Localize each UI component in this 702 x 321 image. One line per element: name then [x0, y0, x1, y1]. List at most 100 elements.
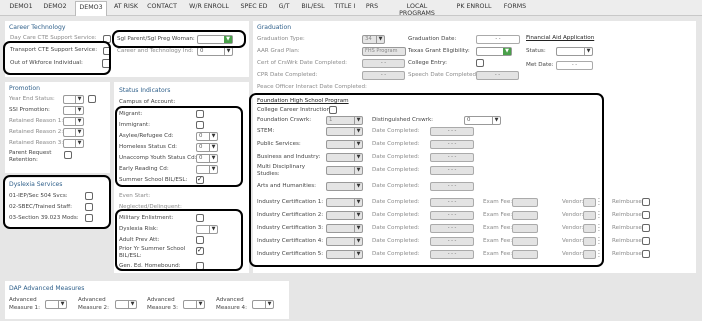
tab-bar: DEMO1 DEMO2 DEMO3 AT RISK CONTACT W/R EN… [0, 0, 702, 17]
tab-contact[interactable]: CONTACT [145, 3, 179, 10]
year-end-checkbox[interactable] [88, 95, 96, 103]
chevron-down-icon: ▼ [75, 140, 83, 147]
chevron-down-icon: ▼ [224, 48, 232, 55]
grad-date-label: Graduation Date: [408, 36, 457, 42]
fa-status-label: Status: [526, 48, 546, 54]
cpr-label: CPR Date Completed: [257, 72, 318, 78]
tab-demo2[interactable]: DEMO2 [40, 3, 70, 10]
tab-demo1[interactable]: DEMO1 [6, 3, 36, 10]
speech-label: Speech Date Completed: [408, 72, 478, 78]
measure-1-label-line2: Measure 1: [9, 305, 40, 311]
reimburse-label: Reimburse: [612, 225, 644, 231]
highlight-box [3, 175, 111, 229]
tab-gt[interactable]: G/T [276, 3, 292, 10]
tab-title-i[interactable]: TITLE I [334, 3, 356, 10]
chevron-down-icon: ▼ [75, 129, 83, 136]
measure-2-select[interactable]: ▼ [115, 300, 137, 309]
cpr-input[interactable]: - - [362, 71, 405, 80]
cert-crswrk-label: Cert of CrsWrk Date Completed: [257, 60, 348, 66]
reimburse-checkbox[interactable] [642, 224, 650, 232]
promotion-panel: Promotion Year End Status: ▼ SSI Promoti… [5, 82, 110, 173]
retention-label: Retention: [9, 157, 38, 163]
financial-aid-heading: Financial Aid Application [526, 35, 595, 41]
measure-2-label-line1: Advanced [78, 297, 106, 303]
chevron-down-icon: ▼ [503, 48, 511, 55]
tab-prs[interactable]: PRS [364, 3, 380, 10]
tab-spec-ed[interactable]: SPEC ED [238, 3, 270, 10]
chevron-down-icon: ▼ [376, 36, 384, 43]
cert-crswrk-input[interactable]: - - [362, 59, 405, 68]
tab-at-risk[interactable]: AT RISK [112, 3, 140, 10]
tab-bil-esl[interactable]: BIL/ESL [300, 3, 326, 10]
reimburse-label: Reimburse: [612, 212, 644, 218]
tab-forms[interactable]: FORMS [502, 3, 528, 10]
retained-reason-2-label: Retained Reason 2: [9, 129, 64, 135]
retained-reason-3-select[interactable]: ▼ [63, 139, 84, 148]
parent-request-label: Parent Request [9, 150, 52, 156]
aar-grad-plan-label: AAR Grad Plan: [257, 48, 300, 54]
career-ind-select[interactable]: 0 ▼ [197, 47, 233, 56]
retained-reason-2-select[interactable]: ▼ [63, 128, 84, 137]
career-ind-label: Career and Technology Ind: [117, 48, 194, 54]
parent-request-checkbox[interactable] [64, 151, 72, 159]
measure-4-select[interactable]: ▼ [252, 300, 274, 309]
college-entry-checkbox[interactable] [476, 59, 484, 67]
reimburse-checkbox[interactable] [642, 211, 650, 219]
highlight-box [115, 106, 243, 187]
measure-3-label-line2: Measure 3: [147, 305, 178, 311]
highlight-box [3, 41, 111, 75]
measure-3-label-line1: Advanced [147, 297, 175, 303]
measure-4-label-line2: Measure 4: [216, 305, 247, 311]
career-technology-heading: Career Technology [9, 24, 66, 31]
tab-local-programs[interactable]: LOCAL PROGRAMS [388, 3, 446, 17]
measure-4-label-line1: Advanced [216, 297, 244, 303]
status-indicators-heading: Status Indicators [119, 87, 171, 94]
texas-grant-select[interactable]: ▼ [476, 47, 512, 56]
campus-label: Campus of Account: [119, 99, 176, 105]
reimburse-checkbox[interactable] [642, 250, 650, 258]
reimburse-label: Reimburse: [612, 238, 644, 244]
chevron-down-icon: ▼ [128, 301, 136, 308]
chevron-down-icon: ▼ [584, 48, 592, 55]
peace-officer-label: Peace Officer Interact Date Completed: [257, 84, 367, 90]
ssi-promotion-label: SSI Promotion: [9, 107, 50, 113]
grad-type-label: Graduation Type: [257, 36, 305, 42]
grad-type-select[interactable]: 34 ▼ [362, 35, 385, 44]
tab-wr-enroll[interactable]: W/R ENROLL [187, 3, 231, 10]
promotion-heading: Promotion [9, 85, 41, 92]
dap-advanced-measures-panel: DAP Advanced Measures Advanced Measure 1… [5, 281, 289, 319]
measure-1-select[interactable]: ▼ [45, 300, 67, 309]
measure-2-label-line2: Measure 2: [78, 305, 109, 311]
tab-demo3[interactable]: DEMO3 [75, 1, 107, 16]
grad-type-value: 34 [365, 36, 372, 42]
grad-date-input[interactable]: - - [476, 35, 520, 44]
retained-reason-1-label: Retained Reason 1: [9, 118, 64, 124]
ssi-promotion-select[interactable]: ▼ [63, 106, 84, 115]
aar-grad-plan-select[interactable]: FHS Program [362, 47, 406, 56]
reimburse-checkbox[interactable] [642, 237, 650, 245]
year-end-label: Year End Status: [9, 96, 55, 102]
chevron-down-icon: ▼ [196, 301, 204, 308]
graduation-heading: Graduation [257, 24, 292, 31]
tab-pk-enroll[interactable]: PK ENROLL [454, 3, 494, 10]
met-date-input[interactable]: - - [556, 61, 593, 70]
chevron-down-icon: ▼ [265, 301, 273, 308]
even-start-label: Even Start: [119, 193, 151, 199]
fa-status-select[interactable]: ▼ [556, 47, 593, 56]
reimburse-checkbox[interactable] [642, 198, 650, 206]
reimburse-label: Reimburse: [612, 251, 644, 257]
year-end-select[interactable]: ▼ [63, 95, 84, 104]
highlight-box [112, 30, 246, 48]
highlight-box [249, 93, 604, 267]
texas-grant-label: Texas Grant Eligibility: [408, 48, 470, 54]
reimburse-label: Reimburse: [612, 199, 644, 205]
dap-heading: DAP Advanced Measures [9, 285, 85, 292]
career-ind-value: 0 [200, 48, 204, 54]
speech-input[interactable]: - - [476, 71, 519, 80]
measure-3-select[interactable]: ▼ [183, 300, 205, 309]
college-entry-label: College Entry: [408, 60, 448, 66]
retained-reason-1-select[interactable]: ▼ [63, 117, 84, 126]
chevron-down-icon: ▼ [75, 107, 83, 114]
chevron-down-icon: ▼ [75, 118, 83, 125]
chevron-down-icon: ▼ [75, 96, 83, 103]
